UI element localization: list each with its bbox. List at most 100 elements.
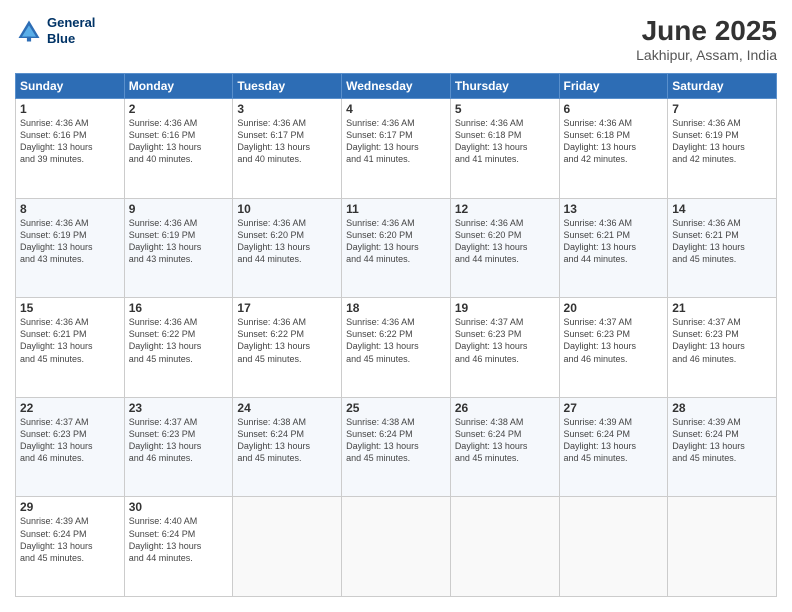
day-info: Sunrise: 4:36 AM Sunset: 6:18 PM Dayligh… [455,117,555,166]
calendar-cell: 20Sunrise: 4:37 AM Sunset: 6:23 PM Dayli… [559,298,668,398]
calendar-cell: 26Sunrise: 4:38 AM Sunset: 6:24 PM Dayli… [450,397,559,497]
day-number: 20 [564,301,664,315]
day-number: 21 [672,301,772,315]
weekday-header-sunday: Sunday [16,74,125,99]
day-info: Sunrise: 4:38 AM Sunset: 6:24 PM Dayligh… [346,416,446,465]
day-number: 1 [20,102,120,116]
calendar-cell [668,497,777,597]
calendar-cell: 23Sunrise: 4:37 AM Sunset: 6:23 PM Dayli… [124,397,233,497]
calendar-header: SundayMondayTuesdayWednesdayThursdayFrid… [16,74,777,99]
calendar-cell: 21Sunrise: 4:37 AM Sunset: 6:23 PM Dayli… [668,298,777,398]
day-info: Sunrise: 4:36 AM Sunset: 6:19 PM Dayligh… [20,217,120,266]
logo-text: General Blue [47,15,95,46]
day-number: 12 [455,202,555,216]
day-info: Sunrise: 4:39 AM Sunset: 6:24 PM Dayligh… [20,515,120,564]
day-info: Sunrise: 4:36 AM Sunset: 6:21 PM Dayligh… [564,217,664,266]
calendar-cell: 30Sunrise: 4:40 AM Sunset: 6:24 PM Dayli… [124,497,233,597]
calendar-cell: 24Sunrise: 4:38 AM Sunset: 6:24 PM Dayli… [233,397,342,497]
weekday-header-monday: Monday [124,74,233,99]
day-info: Sunrise: 4:37 AM Sunset: 6:23 PM Dayligh… [672,316,772,365]
calendar-week-3: 15Sunrise: 4:36 AM Sunset: 6:21 PM Dayli… [16,298,777,398]
calendar-week-5: 29Sunrise: 4:39 AM Sunset: 6:24 PM Dayli… [16,497,777,597]
day-info: Sunrise: 4:36 AM Sunset: 6:16 PM Dayligh… [20,117,120,166]
day-info: Sunrise: 4:37 AM Sunset: 6:23 PM Dayligh… [20,416,120,465]
calendar-cell: 13Sunrise: 4:36 AM Sunset: 6:21 PM Dayli… [559,198,668,298]
calendar-cell: 8Sunrise: 4:36 AM Sunset: 6:19 PM Daylig… [16,198,125,298]
day-info: Sunrise: 4:36 AM Sunset: 6:20 PM Dayligh… [237,217,337,266]
calendar-cell: 1Sunrise: 4:36 AM Sunset: 6:16 PM Daylig… [16,99,125,199]
calendar-week-1: 1Sunrise: 4:36 AM Sunset: 6:16 PM Daylig… [16,99,777,199]
calendar-cell: 6Sunrise: 4:36 AM Sunset: 6:18 PM Daylig… [559,99,668,199]
calendar-cell: 11Sunrise: 4:36 AM Sunset: 6:20 PM Dayli… [342,198,451,298]
day-info: Sunrise: 4:40 AM Sunset: 6:24 PM Dayligh… [129,515,229,564]
day-number: 17 [237,301,337,315]
day-number: 29 [20,500,120,514]
page: General Blue June 2025 Lakhipur, Assam, … [0,0,792,612]
calendar-week-4: 22Sunrise: 4:37 AM Sunset: 6:23 PM Dayli… [16,397,777,497]
day-info: Sunrise: 4:39 AM Sunset: 6:24 PM Dayligh… [564,416,664,465]
day-number: 16 [129,301,229,315]
weekday-header-friday: Friday [559,74,668,99]
calendar-cell: 12Sunrise: 4:36 AM Sunset: 6:20 PM Dayli… [450,198,559,298]
calendar-cell: 9Sunrise: 4:36 AM Sunset: 6:19 PM Daylig… [124,198,233,298]
day-info: Sunrise: 4:36 AM Sunset: 6:21 PM Dayligh… [672,217,772,266]
calendar-cell: 19Sunrise: 4:37 AM Sunset: 6:23 PM Dayli… [450,298,559,398]
calendar-cell: 25Sunrise: 4:38 AM Sunset: 6:24 PM Dayli… [342,397,451,497]
day-number: 23 [129,401,229,415]
day-number: 9 [129,202,229,216]
day-number: 26 [455,401,555,415]
day-info: Sunrise: 4:38 AM Sunset: 6:24 PM Dayligh… [455,416,555,465]
weekday-header-wednesday: Wednesday [342,74,451,99]
day-number: 6 [564,102,664,116]
day-info: Sunrise: 4:36 AM Sunset: 6:22 PM Dayligh… [237,316,337,365]
day-number: 27 [564,401,664,415]
calendar-cell: 17Sunrise: 4:36 AM Sunset: 6:22 PM Dayli… [233,298,342,398]
calendar-cell: 4Sunrise: 4:36 AM Sunset: 6:17 PM Daylig… [342,99,451,199]
day-info: Sunrise: 4:36 AM Sunset: 6:17 PM Dayligh… [237,117,337,166]
day-number: 30 [129,500,229,514]
day-number: 25 [346,401,446,415]
logo-line2: Blue [47,31,95,47]
calendar-cell: 28Sunrise: 4:39 AM Sunset: 6:24 PM Dayli… [668,397,777,497]
title-block: June 2025 Lakhipur, Assam, India [636,15,777,63]
day-number: 15 [20,301,120,315]
calendar-cell: 7Sunrise: 4:36 AM Sunset: 6:19 PM Daylig… [668,99,777,199]
day-info: Sunrise: 4:37 AM Sunset: 6:23 PM Dayligh… [564,316,664,365]
day-info: Sunrise: 4:36 AM Sunset: 6:19 PM Dayligh… [672,117,772,166]
calendar-cell [233,497,342,597]
weekday-row: SundayMondayTuesdayWednesdayThursdayFrid… [16,74,777,99]
day-number: 3 [237,102,337,116]
day-number: 14 [672,202,772,216]
header: General Blue June 2025 Lakhipur, Assam, … [15,15,777,63]
day-info: Sunrise: 4:36 AM Sunset: 6:19 PM Dayligh… [129,217,229,266]
day-number: 8 [20,202,120,216]
logo-icon [15,17,43,45]
calendar-cell [450,497,559,597]
day-info: Sunrise: 4:36 AM Sunset: 6:22 PM Dayligh… [346,316,446,365]
day-info: Sunrise: 4:37 AM Sunset: 6:23 PM Dayligh… [455,316,555,365]
weekday-header-tuesday: Tuesday [233,74,342,99]
day-number: 22 [20,401,120,415]
calendar-cell: 10Sunrise: 4:36 AM Sunset: 6:20 PM Dayli… [233,198,342,298]
month-title: June 2025 [636,15,777,47]
calendar-table: SundayMondayTuesdayWednesdayThursdayFrid… [15,73,777,597]
day-info: Sunrise: 4:37 AM Sunset: 6:23 PM Dayligh… [129,416,229,465]
calendar-cell: 2Sunrise: 4:36 AM Sunset: 6:16 PM Daylig… [124,99,233,199]
day-number: 4 [346,102,446,116]
calendar-cell [342,497,451,597]
day-number: 24 [237,401,337,415]
weekday-header-saturday: Saturday [668,74,777,99]
calendar-cell: 22Sunrise: 4:37 AM Sunset: 6:23 PM Dayli… [16,397,125,497]
logo: General Blue [15,15,95,46]
day-info: Sunrise: 4:36 AM Sunset: 6:16 PM Dayligh… [129,117,229,166]
day-number: 18 [346,301,446,315]
calendar-cell: 15Sunrise: 4:36 AM Sunset: 6:21 PM Dayli… [16,298,125,398]
day-info: Sunrise: 4:39 AM Sunset: 6:24 PM Dayligh… [672,416,772,465]
day-number: 7 [672,102,772,116]
calendar-cell: 27Sunrise: 4:39 AM Sunset: 6:24 PM Dayli… [559,397,668,497]
calendar-cell: 29Sunrise: 4:39 AM Sunset: 6:24 PM Dayli… [16,497,125,597]
day-info: Sunrise: 4:36 AM Sunset: 6:22 PM Dayligh… [129,316,229,365]
day-info: Sunrise: 4:36 AM Sunset: 6:17 PM Dayligh… [346,117,446,166]
calendar-cell: 5Sunrise: 4:36 AM Sunset: 6:18 PM Daylig… [450,99,559,199]
day-info: Sunrise: 4:36 AM Sunset: 6:20 PM Dayligh… [346,217,446,266]
